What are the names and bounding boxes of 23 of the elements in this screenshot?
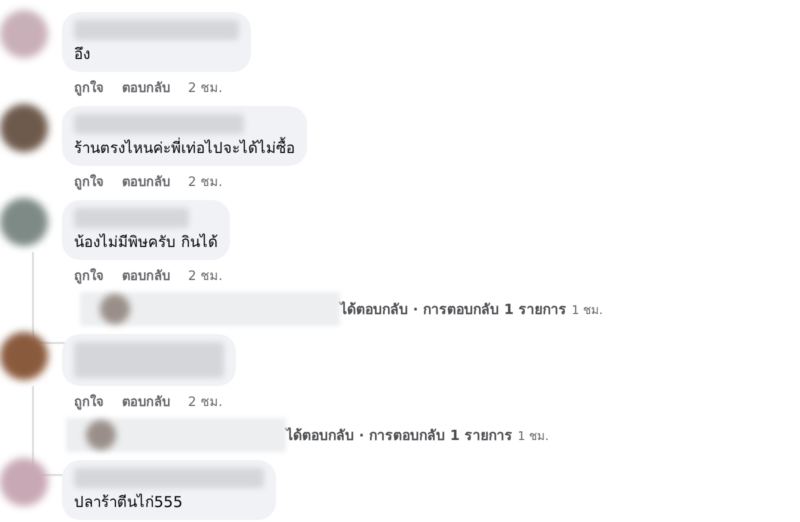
comment-time: 2 ชม.	[188, 80, 223, 98]
comment-text: น้องไม่มีพิษครับ กินได้	[74, 232, 218, 252]
like-link[interactable]: ถูกใจ	[74, 394, 104, 412]
comment-time: 2 ชม.	[188, 394, 223, 412]
comment-time: 2 ชม.	[188, 268, 223, 286]
like-link[interactable]: ถูกใจ	[74, 268, 104, 286]
avatar[interactable]	[0, 104, 48, 152]
replies-link[interactable]: ได้ตอบกลับ · การตอบกลับ 1 รายการ	[340, 298, 567, 320]
reply-time: 1 ชม.	[518, 428, 549, 444]
reply-link[interactable]: ตอบกลับ	[122, 174, 170, 192]
avatar[interactable]	[0, 332, 48, 380]
avatar[interactable]	[0, 198, 48, 246]
reply-time: 1 ชม.	[572, 302, 603, 318]
comment-text: ร้านตรงไหนค่ะพี่เท่อไปจะได้ไม่ซื้อ	[74, 138, 295, 158]
reply-link[interactable]: ตอบกลับ	[122, 268, 170, 286]
replies-link[interactable]: ได้ตอบกลับ · การตอบกลับ 1 รายการ	[286, 424, 513, 446]
comment-text: ปลาร้าตีนไก่555	[74, 492, 184, 512]
comment-text: อึง	[74, 44, 91, 64]
like-link[interactable]: ถูกใจ	[74, 174, 104, 192]
reply-link[interactable]: ตอบกลับ	[122, 394, 170, 412]
comment-time: 2 ชม.	[188, 174, 223, 192]
like-link[interactable]: ถูกใจ	[74, 80, 104, 98]
reply-link[interactable]: ตอบกลับ	[122, 80, 170, 98]
